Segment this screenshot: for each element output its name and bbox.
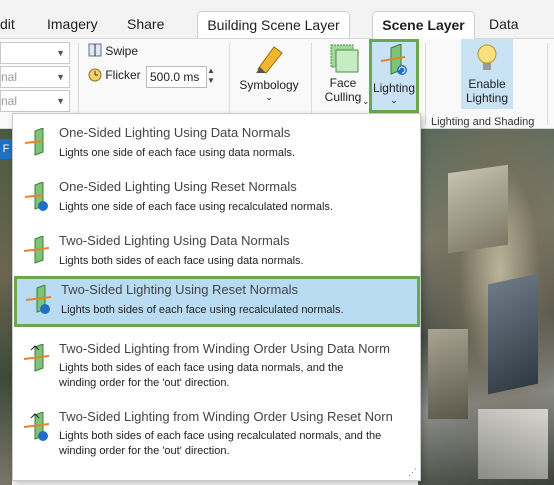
chevron-down-icon: ▼ (56, 48, 65, 58)
ribbon-separator (425, 43, 426, 125)
flicker-value-field[interactable]: 500.0 ms (146, 66, 207, 88)
ribbon-separator (547, 43, 548, 125)
scene-building (428, 329, 468, 419)
menu-item-description-line2: winding order for the 'out' direction. (59, 377, 230, 389)
scene-building (478, 409, 548, 479)
lighting-option-icon (23, 236, 49, 264)
menu-item-title: One-Sided Lighting Using Reset Normals (59, 179, 297, 194)
tab-edit[interactable]: dit (0, 0, 15, 38)
menu-item-title: Two-Sided Lighting Using Reset Normals (61, 282, 298, 297)
face-culling-label-2: Culling (324, 90, 362, 104)
menu-item-description-line1: Lights both sides of each face using rec… (59, 430, 382, 442)
map-view-scene[interactable] (418, 129, 554, 485)
tab-building-scene-layer[interactable]: Building Scene Layer (197, 11, 350, 38)
chevron-down-icon: ▼ (56, 72, 65, 82)
group-label-lighting-shading: Lighting and Shading (431, 116, 535, 128)
resize-grip-icon[interactable]: ⋰ (408, 467, 417, 478)
enable-lighting-label-2: Lighting (465, 91, 509, 105)
lighting-dropdown-menu: One-Sided Lighting Using Data Normals Li… (12, 113, 421, 481)
ribbon-combo-3[interactable]: nal ▼ (0, 90, 70, 112)
enable-lighting-label-1: Enable (468, 77, 506, 91)
ribbon-combo-1[interactable]: ▼ (0, 42, 70, 64)
face-culling-button[interactable]: Face Culling (318, 43, 368, 113)
lighting-button[interactable]: Lighting ⌄ (369, 39, 419, 113)
enable-lighting-icon (477, 44, 497, 70)
menu-item-one-sided-data-normals[interactable]: One-Sided Lighting Using Data Normals Li… (15, 120, 415, 168)
map-view-left-strip: F (0, 129, 12, 485)
tab-data[interactable]: Data (489, 0, 519, 38)
menu-item-description-line2: winding order for the 'out' direction. (59, 445, 230, 457)
swipe-label: Swipe (105, 44, 139, 58)
face-culling-label-1: Face (329, 76, 357, 90)
menu-item-title: One-Sided Lighting Using Data Normals (59, 125, 291, 140)
combo-value: nal (1, 94, 18, 108)
lighting-label: Lighting (372, 81, 416, 95)
face-culling-icon (330, 44, 359, 73)
scene-building (488, 273, 538, 395)
menu-item-description-line1: Lights both sides of each face using dat… (59, 362, 344, 374)
flicker-unit: ms (183, 70, 200, 84)
flicker-control: Flicker 500.0 ms ▲ ▼ (88, 66, 223, 88)
menu-item-title: Two-Sided Lighting from Winding Order Us… (59, 409, 393, 424)
lighting-option-icon (23, 344, 49, 372)
view-tab[interactable]: F (0, 139, 12, 159)
menu-item-title: Two-Sided Lighting from Winding Order Us… (59, 341, 390, 356)
flicker-value: 500.0 (150, 70, 181, 84)
symbology-button[interactable]: Symbology ⌄ (236, 43, 302, 102)
menu-item-two-sided-data-normals[interactable]: Two-Sided Lighting Using Data Normals Li… (15, 228, 415, 276)
menu-item-description: Lights both sides of each face using dat… (59, 255, 304, 267)
lighting-option-icon (24, 128, 44, 156)
menu-item-title: Two-Sided Lighting Using Data Normals (59, 233, 290, 248)
swipe-button[interactable]: Swipe (88, 43, 138, 61)
chevron-down-icon: ⌄ (265, 92, 273, 102)
tab-scene-layer[interactable]: Scene Layer (372, 11, 475, 40)
lighting-option-icon (24, 182, 48, 211)
tab-imagery[interactable]: Imagery (47, 0, 98, 38)
menu-item-description: Lights one side of each face using data … (59, 147, 296, 159)
flicker-stepper[interactable]: ▲ ▼ (207, 66, 220, 86)
tab-share[interactable]: Share (127, 0, 164, 38)
menu-item-description: Lights one side of each face using recal… (59, 201, 333, 213)
menu-item-one-sided-reset-normals[interactable]: One-Sided Lighting Using Reset Normals L… (15, 174, 415, 222)
chevron-down-icon: ⌄ (390, 95, 398, 105)
chevron-down-icon: ▼ (56, 96, 65, 106)
menu-item-winding-data-normals[interactable]: Two-Sided Lighting from Winding Order Us… (15, 336, 415, 400)
scene-building (448, 164, 508, 254)
lighting-option-icon (25, 285, 51, 314)
lighting-icon (380, 43, 407, 75)
lighting-option-icon (23, 412, 49, 441)
symbology-label: Symbology (239, 78, 299, 92)
flicker-icon (88, 68, 102, 82)
enable-lighting-button[interactable]: Enable Lighting (461, 39, 513, 109)
menu-item-two-sided-reset-normals[interactable]: Two-Sided Lighting Using Reset Normals L… (14, 276, 420, 327)
flicker-label: Flicker (105, 68, 141, 82)
symbology-icon (256, 46, 283, 74)
combo-value: nal (1, 70, 18, 84)
tab-bar: dit Imagery Share Building Scene Layer S… (0, 0, 554, 40)
menu-item-winding-reset-normals[interactable]: Two-Sided Lighting from Winding Order Us… (15, 404, 415, 468)
ribbon-combo-2[interactable]: nal ▼ (0, 66, 70, 88)
swipe-icon (88, 43, 102, 57)
menu-item-description: Lights both sides of each face using rec… (61, 304, 344, 316)
